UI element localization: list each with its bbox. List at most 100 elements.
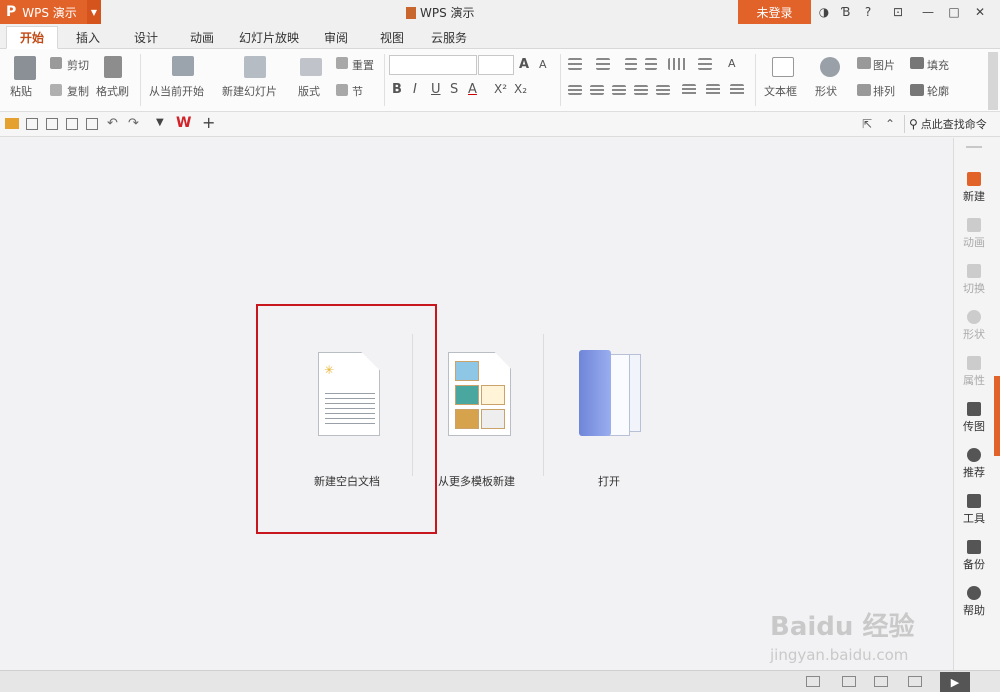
line-spacing-icon[interactable] bbox=[682, 84, 696, 96]
scissors-icon[interactable] bbox=[50, 57, 62, 69]
panel-item-tools[interactable]: 工具 bbox=[954, 494, 994, 526]
align-center-icon[interactable] bbox=[590, 85, 604, 95]
tab-slideshow[interactable]: 幻灯片放映 bbox=[236, 26, 302, 49]
panel-collapse-handle[interactable] bbox=[994, 376, 1000, 456]
customize-dropdown-icon[interactable]: ▼ bbox=[156, 117, 164, 128]
slideshow-icon[interactable] bbox=[172, 56, 194, 76]
close-button[interactable]: ✕ bbox=[970, 2, 990, 22]
reset-icon[interactable] bbox=[336, 57, 348, 69]
minimize-button[interactable]: — bbox=[918, 2, 938, 22]
outline-label[interactable]: 轮廓 bbox=[927, 83, 949, 99]
subscript-button[interactable]: X₂ bbox=[514, 82, 527, 96]
command-search-box[interactable]: ⚲ 点此查找命令 bbox=[904, 115, 1000, 133]
numbered-list-icon[interactable] bbox=[596, 58, 610, 70]
panel-item-upload-image[interactable]: 传图 bbox=[954, 402, 994, 434]
wps-w-icon[interactable]: W bbox=[176, 115, 191, 131]
redo-icon[interactable]: ↷ bbox=[128, 116, 139, 131]
superscript-button[interactable]: X² bbox=[494, 82, 507, 96]
new-slide-icon[interactable] bbox=[244, 56, 266, 78]
panel-item-backup[interactable]: 备份 bbox=[954, 540, 994, 572]
italic-button[interactable]: I bbox=[413, 82, 417, 97]
justify-icon[interactable] bbox=[634, 85, 648, 95]
bullet-list-icon[interactable] bbox=[568, 58, 582, 70]
new-from-template-label[interactable]: 从更多模板新建 bbox=[438, 473, 515, 489]
picture-icon[interactable] bbox=[857, 57, 871, 69]
normal-view-icon[interactable] bbox=[842, 676, 856, 687]
open-folder-large-icon[interactable] bbox=[579, 350, 611, 436]
add-tab-icon[interactable]: + bbox=[202, 113, 215, 132]
tab-review[interactable]: 审阅 bbox=[314, 26, 358, 49]
section-label[interactable]: 节 bbox=[352, 83, 363, 99]
columns-icon[interactable] bbox=[730, 84, 744, 96]
layout-icon[interactable] bbox=[300, 58, 322, 76]
from-current-label[interactable]: 从当前开始 bbox=[149, 83, 204, 99]
open-folder-icon[interactable] bbox=[5, 118, 19, 129]
font-shrink-icon[interactable]: A bbox=[539, 58, 547, 71]
feedback-icon[interactable]: Ɓ bbox=[836, 2, 856, 22]
shape-label[interactable]: 形状 bbox=[815, 83, 837, 99]
bold-button[interactable]: B bbox=[392, 82, 402, 97]
font-grow-icon[interactable]: A bbox=[519, 57, 529, 72]
format-painter-label[interactable]: 格式刷 bbox=[96, 83, 129, 99]
copy-icon[interactable] bbox=[50, 84, 62, 96]
format-painter-icon[interactable] bbox=[104, 56, 122, 78]
paste-icon[interactable] bbox=[14, 56, 36, 80]
align-left-icon[interactable] bbox=[568, 85, 582, 95]
tab-animation[interactable]: 动画 bbox=[180, 26, 224, 49]
arrange-label[interactable]: 排列 bbox=[873, 83, 895, 99]
font-family-select[interactable] bbox=[389, 55, 477, 75]
paragraph-spacing-icon[interactable] bbox=[706, 84, 720, 96]
skin-icon[interactable]: ◑ bbox=[814, 2, 834, 22]
paste-label[interactable]: 粘贴 bbox=[10, 83, 32, 99]
panel-item-help[interactable]: 帮助 bbox=[954, 586, 994, 618]
tab-insert[interactable]: 插入 bbox=[66, 26, 110, 49]
tab-cloud[interactable]: 云服务 bbox=[424, 26, 474, 49]
help-button[interactable]: ? bbox=[858, 2, 878, 22]
reading-view-icon[interactable] bbox=[908, 676, 922, 687]
pin-ribbon-icon[interactable]: ⇱ bbox=[862, 117, 872, 131]
app-menu-button[interactable]: P WPS 演示 ▼ bbox=[0, 0, 101, 24]
new-slide-label[interactable]: 新建幻灯片 bbox=[222, 83, 277, 99]
maximize-button[interactable]: □ bbox=[944, 2, 964, 22]
slide-sorter-icon[interactable] bbox=[874, 676, 888, 687]
shadow-button[interactable]: S bbox=[450, 82, 458, 97]
text-direction-icon[interactable] bbox=[668, 58, 688, 70]
section-icon[interactable] bbox=[336, 84, 348, 96]
save-icon[interactable] bbox=[26, 118, 38, 130]
panel-item-recommend[interactable]: 推荐 bbox=[954, 448, 994, 480]
output-icon[interactable] bbox=[46, 118, 58, 130]
notes-view-icon[interactable] bbox=[806, 676, 820, 687]
fill-label[interactable]: 填充 bbox=[927, 57, 949, 73]
panel-item-shape[interactable]: 形状 bbox=[954, 310, 994, 342]
font-size-select[interactable] bbox=[478, 55, 514, 75]
distribute-icon[interactable] bbox=[656, 85, 670, 95]
panel-item-property[interactable]: 属性 bbox=[954, 356, 994, 388]
tab-view[interactable]: 视图 bbox=[370, 26, 414, 49]
tab-home[interactable]: 开始 bbox=[6, 26, 58, 49]
collapse-ribbon-icon[interactable]: ⌃ bbox=[885, 117, 895, 131]
template-document-icon[interactable] bbox=[448, 352, 511, 436]
copy-label[interactable]: 复制 bbox=[67, 83, 89, 99]
underline-button[interactable]: U bbox=[431, 82, 441, 97]
tab-design[interactable]: 设计 bbox=[124, 26, 168, 49]
ribbon-scrollbar[interactable] bbox=[988, 52, 998, 110]
align-text-icon[interactable] bbox=[698, 58, 712, 70]
text-effects-icon[interactable]: A bbox=[728, 57, 736, 70]
panel-item-transition[interactable]: 切换 bbox=[954, 264, 994, 296]
login-button[interactable]: 未登录 bbox=[738, 0, 811, 24]
shape-icon[interactable] bbox=[820, 57, 840, 77]
print-icon[interactable] bbox=[66, 118, 78, 130]
fill-icon[interactable] bbox=[910, 57, 924, 69]
font-color-button[interactable]: A bbox=[468, 82, 477, 97]
outline-icon[interactable] bbox=[910, 84, 924, 96]
layout-label[interactable]: 版式 bbox=[298, 83, 320, 99]
reset-label[interactable]: 重置 bbox=[352, 57, 374, 73]
panel-item-new[interactable]: 新建 bbox=[954, 172, 994, 204]
chevron-down-icon[interactable]: ▼ bbox=[87, 0, 101, 24]
undo-icon[interactable]: ↶ bbox=[107, 116, 118, 131]
decrease-indent-icon[interactable] bbox=[625, 58, 637, 70]
print-preview-icon[interactable] bbox=[86, 118, 98, 130]
picture-label[interactable]: 图片 bbox=[873, 57, 895, 73]
cut-label[interactable]: 剪切 bbox=[67, 57, 89, 73]
textbox-icon[interactable] bbox=[772, 57, 794, 77]
